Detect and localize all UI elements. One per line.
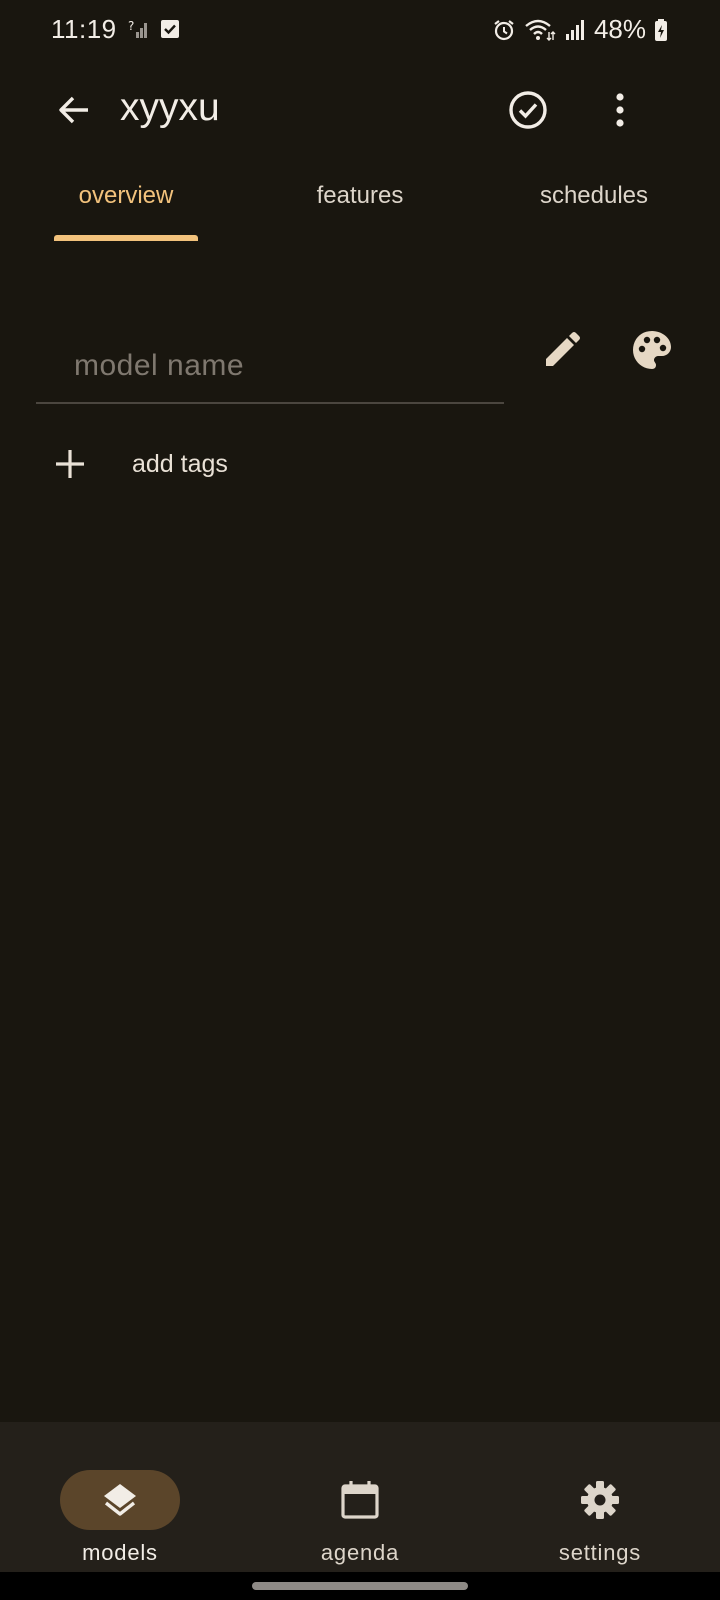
status-bar: 11:19 ? 48%: [0, 0, 720, 60]
nav-agenda-label: agenda: [320, 1540, 400, 1565]
alarm-icon: [492, 18, 516, 42]
save-button[interactable]: [506, 88, 550, 132]
svg-text:?: ?: [128, 19, 134, 33]
calendar-icon: [341, 1481, 379, 1519]
nav-settings[interactable]: settings: [510, 1446, 690, 1565]
wifi-icon: [524, 18, 556, 42]
nav-settings-label: settings: [558, 1540, 642, 1565]
back-button[interactable]: [52, 88, 96, 132]
system-navigation-bar: [0, 1572, 720, 1600]
model-name-underline: [36, 402, 504, 404]
nav-models-label: models: [82, 1540, 158, 1565]
battery-charging-icon: [654, 18, 668, 42]
bottom-navigation: models agenda settings: [0, 1422, 720, 1572]
unknown-signal-icon: ?: [128, 18, 150, 40]
palette-icon: [633, 331, 671, 369]
status-left-icons: ?: [128, 18, 180, 40]
edit-name-button[interactable]: [540, 328, 584, 372]
task-check-icon: [160, 19, 180, 39]
choose-color-button[interactable]: [630, 328, 674, 372]
model-name-input[interactable]: [36, 310, 504, 402]
gesture-handle[interactable]: [252, 1582, 468, 1590]
status-right-icons: 48%: [492, 14, 668, 45]
gear-icon: [581, 1481, 619, 1519]
arrow-left-icon: [59, 96, 88, 124]
cell-signal-icon: [564, 19, 586, 41]
more-options-button[interactable]: [598, 88, 642, 132]
model-name-field: [36, 310, 504, 404]
add-tags-button[interactable]: add tags: [40, 434, 340, 494]
nav-models[interactable]: models: [30, 1446, 210, 1565]
tab-bar: overview features schedules: [0, 168, 720, 244]
check-circle-icon: [509, 91, 547, 129]
page-title: xyyxu: [120, 86, 220, 129]
pencil-icon: [546, 332, 580, 366]
nav-agenda[interactable]: agenda: [270, 1446, 450, 1565]
tab-overview[interactable]: overview: [54, 182, 198, 210]
tab-schedules[interactable]: schedules: [522, 182, 666, 210]
status-time: 11:19: [51, 14, 117, 44]
layers-icon: [104, 1484, 136, 1516]
battery-percent: 48%: [593, 14, 646, 44]
app-bar: xyyxu: [0, 68, 720, 152]
plus-icon: [56, 450, 84, 478]
active-tab-indicator: [54, 235, 198, 241]
add-tags-label: add tags: [132, 450, 228, 478]
tab-features[interactable]: features: [290, 182, 430, 210]
more-vertical-icon: [616, 93, 624, 127]
